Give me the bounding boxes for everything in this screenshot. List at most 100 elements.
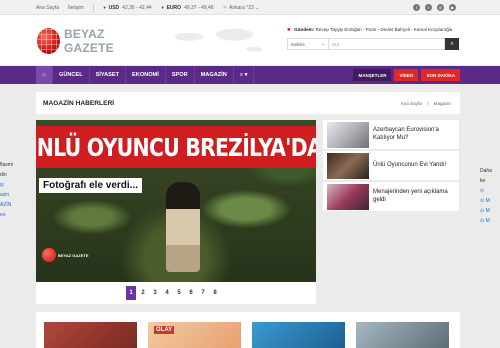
side-link[interactable]: şi <box>0 180 14 190</box>
news-thumbnail <box>327 152 369 179</box>
news-title: Ünlü Oyuncunun Evi Yandı! <box>373 161 447 168</box>
down-arrow-icon: ▼ <box>160 5 165 10</box>
divider <box>92 3 94 12</box>
breaking-news-button[interactable]: SON DAKİKA <box>421 69 460 81</box>
breadcrumb-separator: / <box>427 100 429 106</box>
nav-item-guncel[interactable]: GÜNCEL <box>53 66 90 84</box>
search-button[interactable]: ⌕ <box>445 38 459 50</box>
euro-label: EURO <box>166 4 182 11</box>
slider-pagination: 1 2 3 4 5 6 7 8 <box>36 282 316 304</box>
globe-logo-icon <box>37 28 60 54</box>
sun-icon: ☀ <box>222 4 228 11</box>
hero-slider-image[interactable]: ÜNLÜ OYUNCU BREZİLYA'DA! Fotoğrafı ele v… <box>36 120 316 282</box>
top-bar: Ana Sayfa İletişim ▼ USD 42,36 - 42,44 ▼… <box>0 0 500 15</box>
page-button[interactable]: 1 <box>126 286 136 300</box>
side-link[interactable]: ⊙ M <box>480 196 500 206</box>
page-button[interactable]: 8 <box>210 286 220 300</box>
search-type-select[interactable]: Kelime ⌄ <box>287 38 329 50</box>
hero-headline-banner: ÜNLÜ OYUNCU BREZİLYA'DA! <box>36 126 316 168</box>
logo-text: BEYAZ GAZETE <box>63 27 114 55</box>
side-link[interactable]: ⊙ M <box>480 216 500 226</box>
side-text: ke <box>480 178 486 184</box>
side-link[interactable]: ⊙ M <box>480 206 500 216</box>
breadcrumb: Ana Sayfa / Magazin <box>399 101 453 106</box>
breadcrumb-home[interactable]: Ana Sayfa <box>401 101 422 106</box>
breaking-news-label: SON DAKİKA <box>426 72 455 78</box>
home-link[interactable]: Ana Sayfa <box>36 5 59 11</box>
headlines-button[interactable]: MANŞETLER <box>353 69 392 81</box>
news-thumbnail[interactable] <box>44 322 137 348</box>
news-thumbnail <box>327 121 369 148</box>
site-logo[interactable]: BEYAZ GAZETE <box>37 25 147 57</box>
list-item[interactable]: Ünlü Oyuncunun Evi Yandı! <box>323 151 459 180</box>
list-item[interactable]: Menajerinden yeni açıklama geldi <box>323 182 459 211</box>
news-title: Azerbaycan Eurovision'a Katılıyor Mu? <box>373 127 439 141</box>
person-figure <box>166 182 200 272</box>
page-button[interactable]: 6 <box>186 286 196 300</box>
euro-value: 49,37 - 49,46 <box>184 4 214 11</box>
hero-subtitle: Fotoğrafı ele verdi... <box>39 178 143 193</box>
news-thumbnail[interactable] <box>252 322 345 348</box>
hero-headline: ÜNLÜ OYUNCU BREZİLYA'DA! <box>36 132 316 162</box>
twitter-icon[interactable]: t <box>425 4 432 11</box>
headlines-label: MANŞETLER <box>358 72 387 78</box>
search-input[interactable]: Ara <box>329 38 445 50</box>
search-placeholder: Ara <box>332 41 340 47</box>
weather-widget[interactable]: ☀ Ankara °23 ⌄ <box>223 5 260 11</box>
search-type-value: Kelime <box>291 41 305 47</box>
agenda-topics[interactable]: Recep Tayyip Erdoğan - Putin - Devlet Ba… <box>316 27 453 32</box>
page-button[interactable]: 4 <box>162 286 172 300</box>
thumbnail-label: OLAY <box>154 326 175 334</box>
section-title: MAGAZİN HABERLERİ <box>43 99 115 107</box>
watermark: BEYAZ GAZETE <box>42 248 89 262</box>
agenda-label: Gündem: <box>294 27 315 32</box>
chevron-down-icon: ⌄ <box>321 41 325 46</box>
search-form: Kelime ⌄ Ara ⌕ <box>287 38 459 50</box>
world-map-decoration <box>150 20 280 62</box>
main-nav: ⌂ GÜNCEL SİYASET EKONOMİ SPOR MAGAZİN ≡ … <box>0 66 500 84</box>
tag-icon: ✱ <box>287 27 291 32</box>
news-list: Azerbaycan Eurovision'a Katılıyor Mu? Ün… <box>323 120 459 213</box>
nav-item-spor[interactable]: SPOR <box>166 66 195 84</box>
section-header: MAGAZİN HABERLERİ Ana Sayfa / Magazin <box>36 92 460 114</box>
nav-right-buttons: MANŞETLER VİDEO SON DAKİKA <box>353 66 460 84</box>
side-text: Daha <box>480 168 492 174</box>
watermark-text: BEYAZ GAZETE <box>58 252 89 258</box>
usd-label: USD <box>108 4 120 11</box>
page-button[interactable]: 2 <box>138 286 148 300</box>
video-label: VİDEO <box>399 72 414 78</box>
page-button[interactable]: 3 <box>150 286 160 300</box>
news-thumbnail[interactable]: OLAY <box>148 322 241 348</box>
side-link[interactable]: ⊙ <box>480 186 500 196</box>
news-thumbnail[interactable] <box>356 322 449 348</box>
down-arrow-icon: ▼ <box>102 5 107 10</box>
news-thumbnail <box>327 183 369 210</box>
usd-value: 42,36 - 42,44 <box>122 4 152 11</box>
side-link[interactable]: eo <box>0 210 14 220</box>
left-side-column: flasmi din şi azin AZİN eo <box>0 160 14 220</box>
home-nav-button[interactable]: ⌂ <box>36 66 53 84</box>
side-link[interactable]: azin <box>0 190 14 200</box>
globe-logo-icon <box>42 248 56 262</box>
instagram-icon[interactable]: ◎ <box>437 4 444 11</box>
page-button[interactable]: 7 <box>198 286 208 300</box>
side-text: din <box>0 172 7 178</box>
facebook-icon[interactable]: f <box>413 4 420 11</box>
nav-item-siyaset[interactable]: SİYASET <box>90 66 127 84</box>
weather-text: Ankara °23 ⌄ <box>229 4 260 11</box>
side-link[interactable]: AZİN <box>0 200 14 210</box>
youtube-icon[interactable]: ▶ <box>449 4 456 11</box>
side-text: flasmi <box>0 162 14 168</box>
home-icon: ⌂ <box>42 72 46 78</box>
search-icon: ⌕ <box>450 40 454 47</box>
list-item[interactable]: Azerbaycan Eurovision'a Katılıyor Mu? <box>323 120 459 149</box>
news-title: Menajerinden yeni açıklama geldi <box>373 189 448 203</box>
contact-link[interactable]: İletişim <box>68 5 84 11</box>
video-button[interactable]: VİDEO <box>394 69 419 81</box>
nav-more-menu[interactable]: ≡ ▾ <box>234 66 255 84</box>
right-side-column: Daha ke ⊙ ⊙ M ⊙ M ⊙ M <box>480 166 500 226</box>
euro-rate: ▼ EURO 49,37 - 49,46 <box>161 5 214 11</box>
nav-item-ekonomi[interactable]: EKONOMİ <box>126 66 166 84</box>
page-button[interactable]: 5 <box>174 286 184 300</box>
nav-item-magazin[interactable]: MAGAZİN <box>195 66 234 84</box>
